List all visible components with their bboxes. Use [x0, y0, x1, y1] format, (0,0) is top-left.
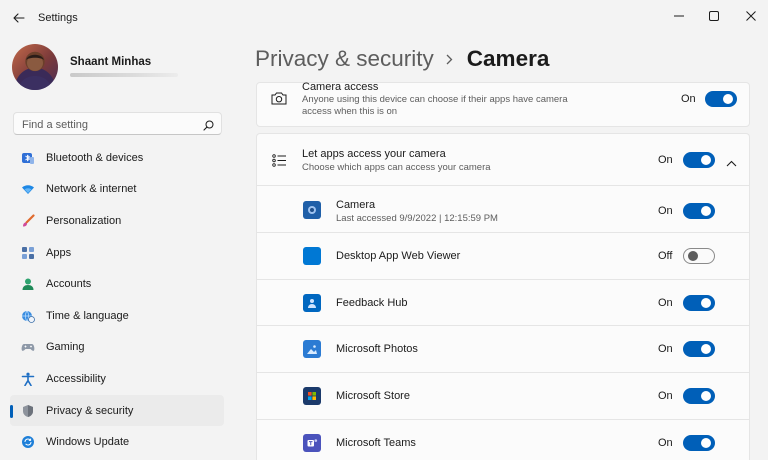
- brush-icon: [20, 213, 36, 229]
- app-toggle-camera[interactable]: [683, 203, 715, 219]
- app-row-microsoft-photos: Microsoft Photos On: [257, 326, 749, 374]
- teams-app-icon: [303, 434, 321, 452]
- sidebar-item-apps[interactable]: Apps: [10, 237, 224, 269]
- sidebar-item-label: Personalization: [46, 214, 122, 227]
- sidebar-item-bluetooth[interactable]: Bluetooth & devices: [10, 142, 224, 174]
- app-toggle-microsoft-store[interactable]: [683, 388, 715, 405]
- app-row-microsoft-teams: Microsoft Teams On: [257, 420, 749, 460]
- shield-icon: [20, 403, 36, 419]
- update-icon: [20, 434, 36, 450]
- sidebar-item-label: Time & language: [46, 309, 129, 322]
- user-email-redacted: [70, 73, 178, 77]
- sidebar-item-label: Windows Update: [46, 436, 130, 449]
- sidebar-item-accounts[interactable]: Accounts: [10, 268, 224, 300]
- app-row-desktop-web-viewer: Desktop App Web Viewer Off: [257, 233, 749, 280]
- app-state: On: [658, 205, 673, 217]
- apps-access-title: Let apps access your camera: [302, 148, 446, 160]
- feedback-hub-app-icon: [303, 293, 321, 312]
- back-button[interactable]: [8, 8, 30, 28]
- camera-app-icon: [303, 201, 321, 219]
- chevron-up-icon[interactable]: [726, 154, 737, 172]
- app-state: On: [658, 390, 673, 403]
- minimize-button[interactable]: [664, 4, 694, 28]
- apps-access-header[interactable]: Let apps access your camera Choose which…: [257, 134, 749, 186]
- avatar[interactable]: [12, 44, 58, 90]
- list-icon: [271, 152, 287, 168]
- sidebar-item-accessibility[interactable]: Accessibility: [10, 363, 224, 395]
- accessibility-icon: [20, 371, 36, 387]
- globe-clock-icon: [20, 308, 36, 324]
- wifi-icon: [20, 181, 36, 197]
- camera-access-title: Camera access: [302, 81, 379, 93]
- apps-icon: [20, 245, 36, 261]
- chevron-right-icon: [446, 54, 453, 65]
- sidebar-item-personalization[interactable]: Personalization: [10, 205, 224, 237]
- app-state: On: [658, 343, 673, 356]
- app-state: On: [658, 437, 673, 449]
- sidebar-item-label: Bluetooth & devices: [46, 151, 144, 164]
- app-name: Microsoft Store: [336, 390, 410, 403]
- camera-access-toggle[interactable]: [705, 91, 737, 107]
- camera-access-description: Anyone using this device can choose if t…: [302, 94, 568, 117]
- camera-icon: [270, 89, 288, 107]
- sidebar-item-label: Accessibility: [46, 372, 106, 385]
- sidebar-item-label: Accounts: [46, 278, 92, 291]
- app-state: Off: [658, 249, 673, 262]
- app-toggle-microsoft-photos[interactable]: [683, 341, 715, 358]
- minimize-icon: [674, 15, 684, 17]
- photos-app-icon: [303, 340, 321, 359]
- person-icon: [20, 276, 36, 292]
- app-row-feedback-hub: Feedback Hub On: [257, 280, 749, 327]
- page-title: Camera: [466, 46, 550, 71]
- app-name: Camera: [336, 199, 376, 211]
- sidebar-item-privacy-security[interactable]: Privacy & security: [10, 394, 224, 427]
- search-box[interactable]: [13, 112, 222, 135]
- app-row-camera: Camera Last accessed 9/9/2022 | 12:15:59…: [257, 186, 749, 233]
- sidebar-item-label: Network & internet: [46, 183, 137, 196]
- title-bar: Settings: [0, 0, 768, 36]
- sidebar-nav: Bluetooth & devices Network & internet P…: [10, 142, 224, 458]
- sidebar-item-label: Gaming: [46, 341, 85, 354]
- camera-access-card: Camera access Anyone using this device c…: [256, 81, 750, 127]
- store-app-icon: [303, 387, 321, 406]
- search-input[interactable]: [20, 116, 200, 134]
- sidebar-item-time-language[interactable]: Time & language: [10, 300, 224, 332]
- gamepad-icon: [20, 339, 36, 355]
- maximize-icon: [709, 11, 719, 21]
- back-arrow-icon: [13, 13, 25, 23]
- app-name: Feedback Hub: [336, 296, 408, 309]
- app-name: Microsoft Photos: [336, 343, 418, 356]
- apps-access-toggle[interactable]: [683, 152, 715, 168]
- sidebar-item-label: Privacy & security: [46, 404, 134, 417]
- app-title: Settings: [38, 12, 78, 24]
- sidebar-item-gaming[interactable]: Gaming: [10, 332, 224, 364]
- breadcrumb: Privacy & security Camera: [255, 44, 549, 74]
- maximize-button[interactable]: [699, 4, 729, 28]
- app-toggle-desktop-web-viewer[interactable]: [683, 247, 715, 264]
- user-name: Shaant Minhas: [70, 56, 152, 68]
- close-button[interactable]: [736, 4, 766, 28]
- active-indicator: [10, 404, 13, 418]
- camera-access-state: On: [681, 93, 696, 105]
- app-toggle-microsoft-teams[interactable]: [683, 435, 715, 451]
- app-name: Desktop App Web Viewer: [336, 249, 461, 262]
- web-viewer-app-icon: [303, 246, 321, 265]
- search-icon[interactable]: [203, 118, 214, 136]
- app-name: Microsoft Teams: [336, 437, 416, 449]
- user-profile: Shaant Minhas: [12, 44, 232, 94]
- sidebar-item-windows-update[interactable]: Windows Update: [10, 426, 224, 458]
- apps-access-state: On: [658, 154, 673, 166]
- bluetooth-icon: [20, 150, 36, 166]
- apps-access-card: Let apps access your camera Choose which…: [256, 133, 750, 460]
- close-icon: [746, 11, 756, 21]
- apps-access-description: Choose which apps can access your camera: [302, 162, 491, 173]
- app-toggle-feedback-hub[interactable]: [683, 294, 715, 311]
- breadcrumb-parent[interactable]: Privacy & security: [255, 46, 434, 72]
- sidebar-item-label: Apps: [46, 246, 72, 259]
- app-state: On: [658, 296, 673, 309]
- app-row-microsoft-store: Microsoft Store On: [257, 373, 749, 420]
- sidebar-item-network[interactable]: Network & internet: [10, 174, 224, 206]
- app-last-accessed: Last accessed 9/9/2022 | 12:15:59 PM: [336, 213, 498, 224]
